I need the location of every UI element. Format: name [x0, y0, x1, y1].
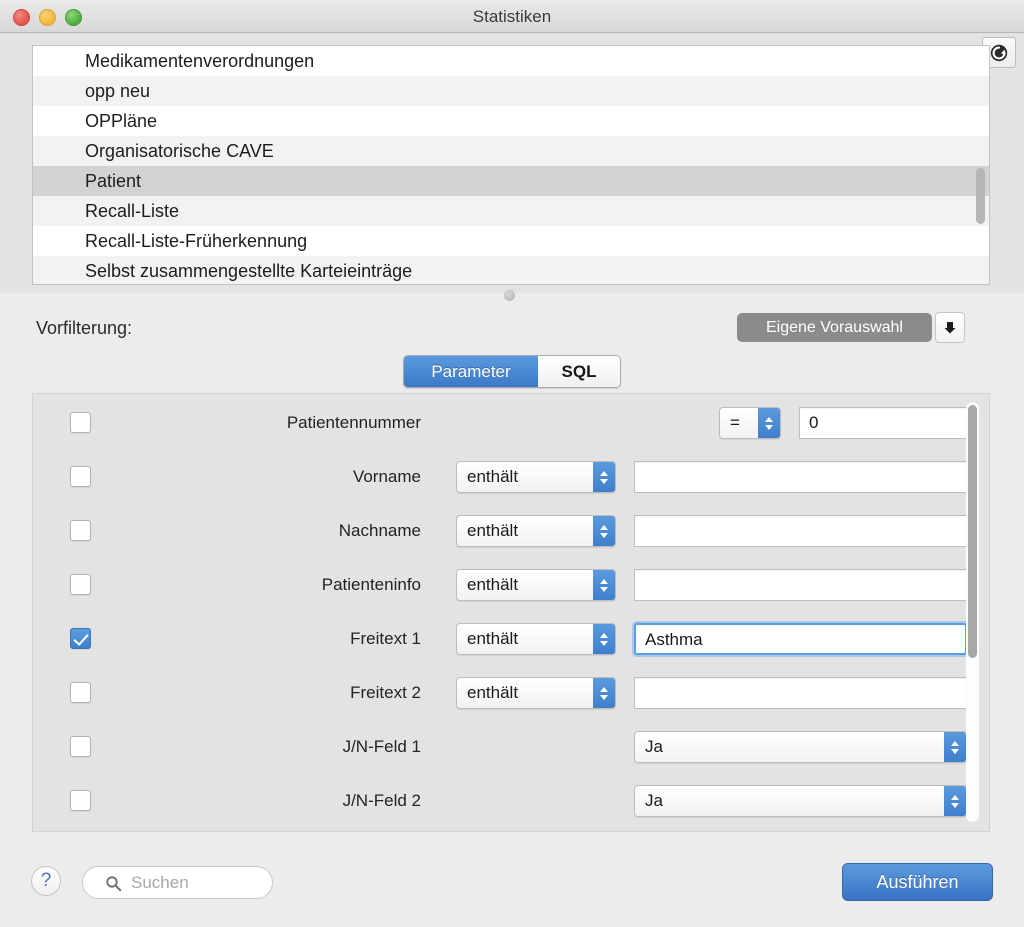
magnifier-icon: [106, 876, 122, 892]
filter-row-checkbox[interactable]: [70, 520, 91, 541]
statistics-list-rows: Medikamentenverordnungen opp neu OPPläne Or…: [33, 46, 989, 284]
filter-row-checkbox[interactable]: [70, 736, 91, 757]
filter-row: Patientennummer = 0: [33, 398, 989, 452]
filter-value-input[interactable]: [634, 461, 967, 493]
form-scrollbar[interactable]: [966, 402, 979, 822]
filter-row-label: J/N-Feld 1: [342, 737, 421, 756]
filter-value-select[interactable]: Ja: [634, 785, 967, 817]
list-item[interactable]: Organisatorische CAVE: [33, 136, 989, 166]
window-titlebar: Statistiken: [0, 0, 1024, 33]
stepper-arrows-icon[interactable]: [593, 624, 615, 654]
filter-operator-select[interactable]: enthält: [456, 461, 616, 493]
list-item[interactable]: Recall-Liste: [33, 196, 989, 226]
filter-row: Vorname enthält: [33, 452, 989, 506]
filter-row-checkbox[interactable]: [70, 790, 91, 811]
statistiken-window: Statistiken Medikamentenverordnungen opp …: [0, 0, 1024, 927]
statistics-list-zone: Medikamentenverordnungen opp neu OPPläne Or…: [0, 33, 1024, 293]
list-scrollbar[interactable]: [975, 50, 986, 282]
filter-value-input[interactable]: [634, 515, 967, 547]
filter-value-text: Asthma: [645, 630, 703, 649]
filter-row-label: Vorname: [352, 467, 421, 486]
preset-menu-button[interactable]: [935, 312, 965, 343]
filter-row-label: Patienteninfo: [321, 575, 421, 594]
filter-operator-value: enthält: [467, 629, 519, 648]
statistics-listbox[interactable]: Medikamentenverordnungen opp neu OPPläne Or…: [32, 45, 990, 285]
panel-resize-handle[interactable]: [504, 290, 515, 301]
window-title: Statistiken: [472, 7, 552, 26]
list-item[interactable]: Patient: [33, 166, 989, 196]
filter-operator-select[interactable]: enthält: [456, 623, 616, 655]
list-item[interactable]: opp neu: [33, 76, 989, 106]
list-item[interactable]: Selbst zusammengestellte Karteieinträge: [33, 256, 989, 284]
help-button[interactable]: ?: [31, 866, 61, 896]
filter-row-label: Freitext 1: [350, 629, 421, 648]
filter-value-input[interactable]: [634, 569, 967, 601]
filter-row-checkbox[interactable]: [70, 628, 91, 649]
filter-row-checkbox[interactable]: [70, 412, 91, 433]
filter-value-text: Ja: [645, 737, 663, 756]
filter-row: Nachname enthält: [33, 506, 989, 560]
filter-value-text: 0: [809, 413, 819, 432]
stepper-arrows-icon[interactable]: [944, 732, 966, 762]
refresh-circular-arrow-icon: [990, 44, 1008, 61]
parameter-sql-segmented-control[interactable]: Parameter SQL: [403, 355, 621, 388]
stepper-arrows-icon[interactable]: [593, 462, 615, 492]
filter-operator-value: enthält: [467, 575, 519, 594]
filter-row-checkbox[interactable]: [70, 574, 91, 595]
filter-row: J/N-Feld 2 Ja: [33, 776, 989, 830]
filter-form-panel: Patientennummer = 0 Vorname enthält Nachname e…: [32, 393, 990, 832]
filter-value-text: Ja: [645, 791, 663, 810]
search-input[interactable]: Suchen: [131, 867, 189, 898]
stepper-arrows-icon[interactable]: [944, 786, 966, 816]
filter-value-input[interactable]: Asthma: [634, 623, 967, 655]
download-arrow-icon: [944, 321, 956, 333]
filter-row-label: J/N-Feld 2: [342, 791, 421, 810]
filter-operator-select[interactable]: enthält: [456, 569, 616, 601]
filter-row: Freitext 1 enthält Asthma: [33, 614, 989, 668]
list-item[interactable]: Recall-Liste-Früherkennung: [33, 226, 989, 256]
filter-operator-value: enthält: [467, 683, 519, 702]
filter-operator-value: enthält: [467, 467, 519, 486]
own-preset-button[interactable]: Eigene Vorauswahl: [737, 313, 932, 342]
stepper-arrows-icon[interactable]: [758, 408, 780, 438]
list-item[interactable]: OPPläne: [33, 106, 989, 136]
filter-row-checkbox[interactable]: [70, 466, 91, 487]
filter-row-checkbox[interactable]: [70, 682, 91, 703]
stepper-arrows-icon[interactable]: [593, 516, 615, 546]
stepper-arrows-icon[interactable]: [593, 570, 615, 600]
execute-button[interactable]: Ausführen: [842, 863, 993, 901]
tab-sql[interactable]: SQL: [538, 356, 620, 387]
filter-operator-select[interactable]: enthält: [456, 515, 616, 547]
dialog-footer: ? Suchen Ausführen: [0, 845, 1024, 927]
list-item[interactable]: Medikamentenverordnungen: [33, 46, 989, 76]
list-scrollbar-thumb[interactable]: [976, 168, 985, 224]
filter-value-input[interactable]: [634, 677, 967, 709]
filter-operator-select[interactable]: =: [719, 407, 781, 439]
filter-row: Patienteninfo enthält: [33, 560, 989, 614]
prefilter-label: Vorfilterung:: [36, 318, 133, 338]
search-field[interactable]: Suchen: [82, 866, 273, 899]
filter-row: J/N-Feld 1 Ja: [33, 722, 989, 776]
filter-operator-select[interactable]: enthält: [456, 677, 616, 709]
tab-parameter[interactable]: Parameter: [404, 356, 538, 387]
filter-value-select[interactable]: Ja: [634, 731, 967, 763]
filter-row-label: Freitext 2: [350, 683, 421, 702]
filter-value-input[interactable]: 0: [799, 407, 967, 439]
filter-row: Freitext 2 enthält: [33, 668, 989, 722]
form-scrollbar-thumb[interactable]: [968, 405, 977, 658]
filter-operator-value: =: [730, 413, 740, 432]
filter-row-label: Nachname: [338, 521, 421, 540]
stepper-arrows-icon[interactable]: [593, 678, 615, 708]
filter-row-label: Patientennummer: [286, 413, 421, 432]
filter-operator-value: enthält: [467, 521, 519, 540]
